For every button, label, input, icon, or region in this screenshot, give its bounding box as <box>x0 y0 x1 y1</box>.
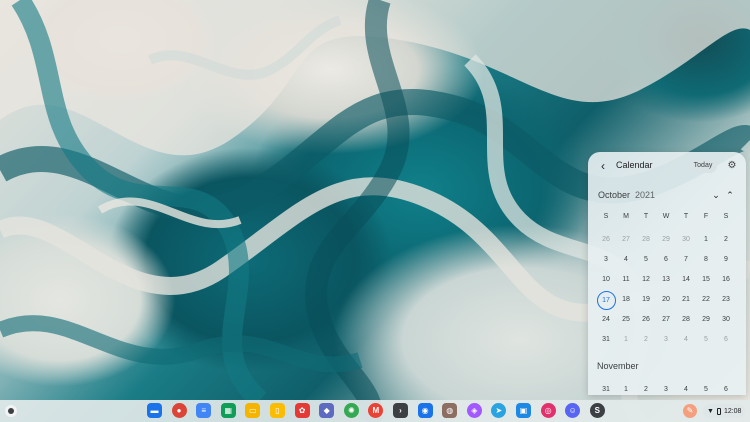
calendar-day[interactable]: 2 <box>716 232 736 248</box>
calendar-day[interactable]: 21 <box>676 292 696 308</box>
status-area[interactable]: ▼ 12:08 <box>703 404 745 418</box>
battery-icon <box>716 407 721 415</box>
calendar-day[interactable]: 28 <box>676 312 696 328</box>
calendar-day[interactable]: 31 <box>596 382 616 395</box>
calendar-day[interactable]: 7 <box>676 252 696 268</box>
month-header: October 2021 ⌄ ⌃ <box>588 188 746 204</box>
clock-time: 12:08 <box>723 407 742 415</box>
calendar-day[interactable]: 31 <box>596 332 616 348</box>
calendar-day[interactable]: 4 <box>676 382 696 395</box>
calendar-day[interactable]: 25 <box>616 312 636 328</box>
next-month-week-row: 31 1 2 3 4 5 6 <box>596 382 744 395</box>
calendar-day[interactable]: 20 <box>656 292 676 308</box>
calendar-day[interactable]: 27 <box>616 232 636 248</box>
calendar-day[interactable]: 5 <box>636 252 656 268</box>
pen-icon[interactable]: ✎ <box>683 404 697 418</box>
day-grid: 26 27 28 29 30 1 2 3 4 5 6 7 8 9 10 11 12 13 14 15 16 17 18 19 2… <box>596 232 744 354</box>
calendar-day[interactable]: 10 <box>596 272 616 288</box>
calendar-day[interactable]: 6 <box>656 252 676 268</box>
calendar-header: ‹ Calendar Today ⚙ <box>588 152 746 180</box>
calendar-day[interactable]: 29 <box>656 232 676 248</box>
gmail-app[interactable]: M <box>368 403 384 418</box>
telegram-app[interactable]: ➤ <box>491 403 507 418</box>
weekday-label: M <box>623 213 629 220</box>
wifi-icon: ▼ <box>707 407 714 415</box>
chat-app[interactable]: ▣ <box>516 403 531 418</box>
calendar-day[interactable]: 16 <box>716 272 736 288</box>
calendar-day[interactable]: 19 <box>636 292 656 308</box>
calendar-day[interactable]: 22 <box>696 292 716 308</box>
keep-app[interactable]: ▯ <box>270 403 285 418</box>
weekday-label: T <box>643 213 649 220</box>
calendar-day[interactable]: 6 <box>716 332 736 348</box>
calendar-day[interactable]: 18 <box>616 292 636 308</box>
calendar-day[interactable]: 3 <box>656 332 676 348</box>
calendar-day[interactable]: 14 <box>676 272 696 288</box>
calendar-day[interactable]: 9 <box>716 252 736 268</box>
chrome-app[interactable]: ● <box>171 403 187 418</box>
calendar-day[interactable]: 11 <box>616 272 636 288</box>
calendar-day[interactable]: 8 <box>696 252 716 268</box>
chevron-down-icon[interactable]: ⌄ <box>710 189 722 201</box>
weekday-label: W <box>662 213 670 220</box>
calendar-day[interactable]: 23 <box>716 292 736 308</box>
calendar-day[interactable]: 28 <box>636 232 656 248</box>
launcher-icon <box>8 408 14 414</box>
docs-app[interactable]: ≡ <box>196 403 212 418</box>
calendar-day[interactable]: 13 <box>656 272 676 288</box>
calendar-day[interactable]: 1 <box>696 232 716 248</box>
photos-app[interactable]: ✺ <box>343 403 359 418</box>
calendar-day[interactable]: 26 <box>596 232 616 248</box>
calendar-day[interactable]: 2 <box>636 382 656 395</box>
weekday-label: T <box>683 213 689 220</box>
figma-app[interactable]: ◈ <box>466 403 482 418</box>
calendar-day[interactable]: 5 <box>696 382 716 395</box>
calendar-day[interactable]: 24 <box>596 312 616 328</box>
calendar-day[interactable]: 12 <box>636 272 656 288</box>
calendar-day[interactable]: 29 <box>696 312 716 328</box>
slides-app[interactable]: ▭ <box>245 403 261 418</box>
calendar-panel: ‹ Calendar Today ⚙ October 2021 ⌄ ⌃ SMTW… <box>588 152 746 395</box>
calendar-day[interactable]: 2 <box>636 332 656 348</box>
terminal-app[interactable]: › <box>393 403 408 418</box>
calendar-title: Calendar <box>616 160 653 170</box>
launcher-button[interactable] <box>5 405 17 417</box>
weekday-header: SMTWTFS <box>596 209 744 225</box>
instagram-app[interactable]: ◎ <box>540 403 556 418</box>
photos-editor-app[interactable]: ✿ <box>294 403 310 418</box>
calendar-day[interactable]: 17 <box>596 291 616 310</box>
calendar-day[interactable]: 15 <box>696 272 716 288</box>
gear-icon[interactable]: ⚙ <box>725 159 739 173</box>
sheets-app[interactable]: ▦ <box>220 403 236 418</box>
calendar-day[interactable]: 1 <box>616 332 636 348</box>
calendar-day[interactable]: 5 <box>696 332 716 348</box>
calendar-day[interactable]: 26 <box>636 312 656 328</box>
calendar-day[interactable]: 3 <box>596 252 616 268</box>
discord-app[interactable]: ☺ <box>565 403 581 418</box>
calendar-day[interactable]: 4 <box>676 332 696 348</box>
calendar-day[interactable]: 4 <box>616 252 636 268</box>
steam-app[interactable]: S <box>589 403 605 418</box>
shelf: ▬ ● ≡ ▦ ▭ ▯ ✿ ◆ ✺ M › ◉ ◍ ◈ ➤ ▣ ◎ ☺ S ✎ ▼ 12:08 <box>0 400 750 422</box>
calendar-day[interactable]: 6 <box>716 382 736 395</box>
contacts-app[interactable]: ◍ <box>442 403 458 418</box>
next-month-label: November <box>597 361 639 371</box>
weekday-label: F <box>703 213 709 220</box>
chevron-up-icon[interactable]: ⌃ <box>724 189 736 201</box>
year-label: 2021 <box>635 190 656 200</box>
calendar-day[interactable]: 1 <box>616 382 636 395</box>
store-app[interactable]: ◆ <box>319 403 335 418</box>
calendar-day[interactable]: 30 <box>716 312 736 328</box>
calendar-day[interactable]: 30 <box>676 232 696 248</box>
calendar-day[interactable]: 3 <box>656 382 676 395</box>
messages-app[interactable]: ◉ <box>417 403 433 418</box>
calendar-day[interactable]: 27 <box>656 312 676 328</box>
weekday-label: S <box>723 213 729 220</box>
month-label: October <box>598 190 631 200</box>
weekday-label: S <box>603 213 609 220</box>
today-button[interactable]: Today <box>689 159 717 173</box>
arrow-left-icon[interactable]: ‹ <box>596 159 610 173</box>
files-app[interactable]: ▬ <box>147 403 162 418</box>
